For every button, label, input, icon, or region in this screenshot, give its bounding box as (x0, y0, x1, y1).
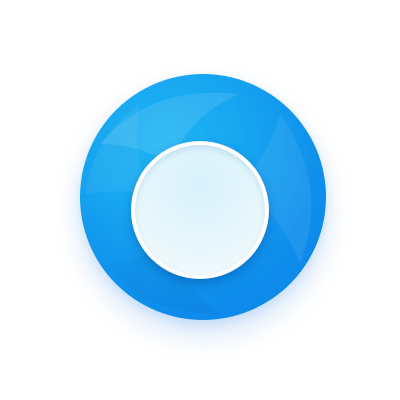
circular-app-icon[interactable] (80, 74, 326, 320)
inner-white-disc (131, 141, 269, 279)
inner-disc-face (135, 145, 265, 275)
icon-canvas (0, 0, 400, 400)
